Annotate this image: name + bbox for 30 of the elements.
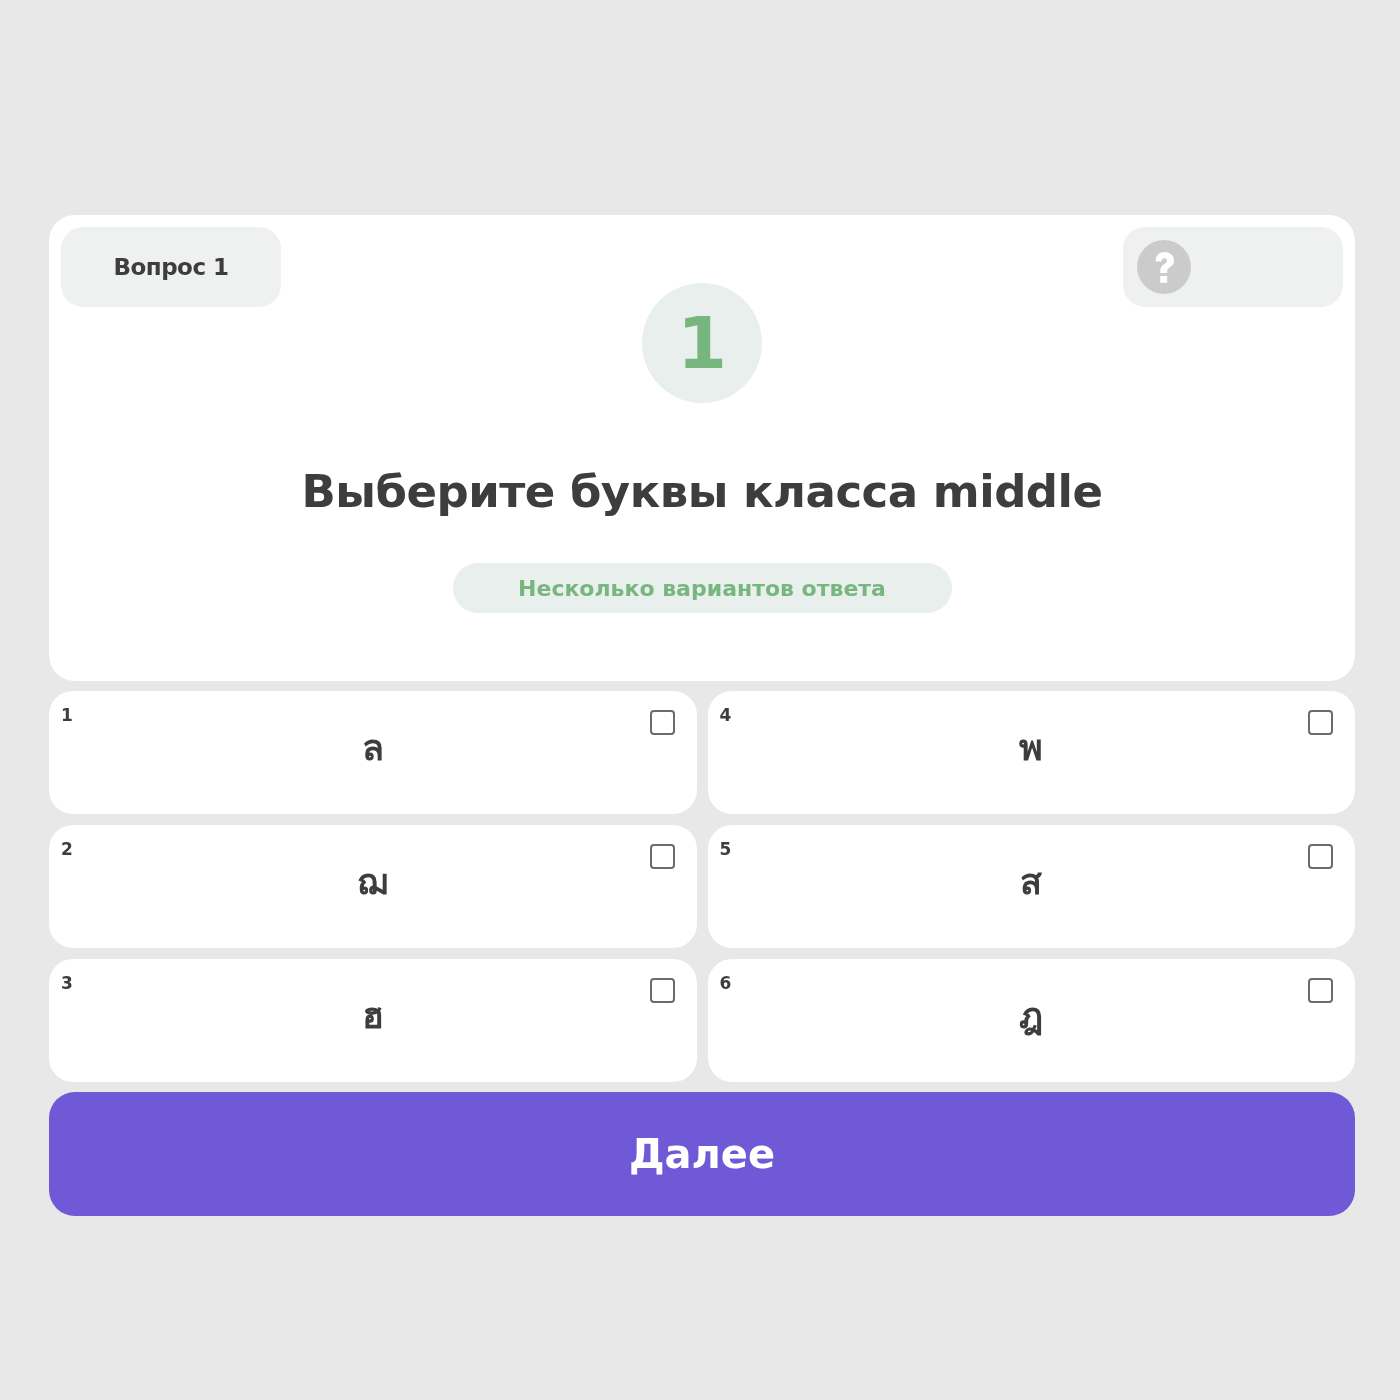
option-checkbox[interactable]: [1308, 978, 1333, 1003]
option-checkbox[interactable]: [1308, 710, 1333, 735]
thai-letter: ส: [1020, 859, 1043, 904]
option-number: 4: [719, 705, 732, 725]
answer-option[interactable]: 2 ฌ: [49, 825, 697, 948]
help-icon: [1137, 240, 1191, 294]
thai-letter: พ: [1019, 725, 1044, 770]
answer-option[interactable]: 3 ฮ: [49, 959, 697, 1082]
question-number: 1: [642, 283, 762, 403]
option-checkbox[interactable]: [649, 844, 675, 869]
answer-option[interactable]: 6 ฎ: [707, 959, 1355, 1082]
option-number: 3: [61, 973, 73, 993]
option-number: 1: [61, 705, 73, 725]
option-number: 5: [719, 839, 732, 859]
answer-type-label: Несколько вариантов ответа: [452, 563, 952, 613]
next-button[interactable]: Далее: [49, 1092, 1355, 1216]
option-checkbox[interactable]: [649, 710, 675, 735]
thai-letter: ฮ: [361, 993, 384, 1038]
answer-option[interactable]: 5 ส: [707, 825, 1355, 948]
thai-letter: ฌ: [357, 859, 389, 904]
option-checkbox[interactable]: [1308, 844, 1333, 869]
option-checkbox[interactable]: [649, 978, 675, 1003]
question-title: Выберите буквы класса middle: [301, 464, 1103, 520]
answer-option[interactable]: 4 พ: [707, 691, 1355, 814]
thai-letter: ล: [361, 725, 384, 770]
answer-option[interactable]: 1 ล: [49, 691, 697, 814]
thai-letter: ฎ: [1019, 993, 1044, 1038]
option-number: 6: [719, 973, 732, 993]
option-number: 2: [61, 839, 73, 859]
question-label: Вопрос 1: [61, 227, 281, 307]
